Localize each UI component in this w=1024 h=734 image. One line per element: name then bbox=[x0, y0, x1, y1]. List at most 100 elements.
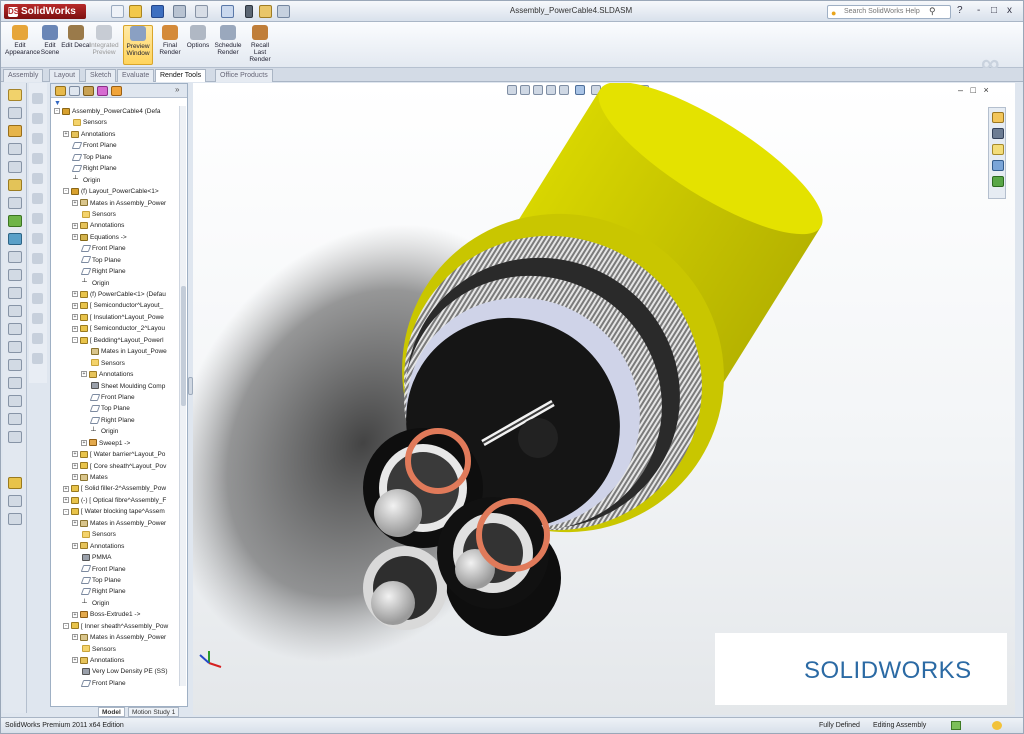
tree-expand-toggle[interactable]: + bbox=[72, 542, 78, 549]
lt-line-icon[interactable] bbox=[8, 287, 22, 299]
tree-item[interactable]: Front Plane bbox=[51, 564, 187, 575]
design-library-tab-icon[interactable] bbox=[992, 128, 1004, 139]
tree-item[interactable]: PMMA bbox=[51, 552, 187, 563]
tree-expand-toggle[interactable]: + bbox=[72, 520, 78, 527]
tree-item[interactable]: + Annotations bbox=[51, 655, 187, 666]
tree-item[interactable]: Right Plane bbox=[51, 163, 187, 174]
lt-part-icon[interactable] bbox=[8, 477, 22, 489]
tree-expand-toggle[interactable]: + bbox=[72, 302, 78, 309]
tree-expand-toggle[interactable]: + bbox=[72, 611, 78, 618]
search-go-icon[interactable]: ⚲ bbox=[929, 6, 936, 17]
tree-expand-toggle[interactable]: - bbox=[72, 337, 78, 344]
lt2-i-icon[interactable] bbox=[32, 253, 43, 264]
rebuild-status-icon[interactable] bbox=[951, 721, 961, 730]
lt-sketch-icon[interactable] bbox=[8, 269, 22, 281]
tab-assembly[interactable]: Assembly bbox=[3, 69, 44, 82]
preview-window-button[interactable]: Preview Window bbox=[123, 25, 153, 65]
property-manager-tab-icon[interactable] bbox=[69, 86, 80, 96]
tree-expand-toggle[interactable]: + bbox=[72, 234, 78, 241]
tree-expand-toggle[interactable]: + bbox=[63, 497, 69, 504]
tab-model[interactable]: Model bbox=[98, 707, 125, 717]
final-render-button[interactable]: Final Render bbox=[155, 25, 185, 56]
tree-expand-toggle[interactable]: - bbox=[63, 508, 69, 515]
print-icon[interactable] bbox=[173, 5, 186, 18]
tree-expand-toggle[interactable]: + bbox=[72, 474, 78, 481]
tree-expand-toggle[interactable]: - bbox=[63, 622, 69, 629]
options-small-icon[interactable] bbox=[277, 5, 290, 18]
tree-item[interactable]: - (f) Layout_PowerCable<1> bbox=[51, 186, 187, 197]
notification-icon[interactable] bbox=[992, 721, 1002, 730]
tree-item[interactable]: + [ Solid filler-2^Assembly_Pow bbox=[51, 483, 187, 494]
tree-item[interactable]: Top Plane bbox=[51, 575, 187, 586]
tree-expand-toggle[interactable]: + bbox=[72, 199, 78, 206]
tree-item[interactable]: Right Plane bbox=[51, 266, 187, 277]
tree-scrollbar[interactable] bbox=[179, 106, 186, 686]
tree-item[interactable]: + [ Semiconductor_2^Layou bbox=[51, 323, 187, 334]
lt2-l-icon[interactable] bbox=[32, 313, 43, 324]
appearances-tab-icon[interactable] bbox=[992, 176, 1004, 187]
view-palette-tab-icon[interactable] bbox=[992, 160, 1004, 171]
lt2-h-icon[interactable] bbox=[32, 233, 43, 244]
tree-expand-toggle[interactable]: + bbox=[63, 131, 69, 138]
lt-offset-icon[interactable] bbox=[8, 431, 22, 443]
lt2-j-icon[interactable] bbox=[32, 273, 43, 284]
tree-item[interactable]: + Boss-Extrude1 -> bbox=[51, 609, 187, 620]
tree-item[interactable]: Front Plane bbox=[51, 392, 187, 403]
edit-appearance-button[interactable]: Edit Appearance bbox=[5, 25, 40, 56]
lt-dimension-icon[interactable] bbox=[8, 377, 22, 389]
tree-item[interactable]: + [ Water barrier^Layout_Po bbox=[51, 449, 187, 460]
tree-item[interactable]: + Sweep1 -> bbox=[51, 438, 187, 449]
undo-icon[interactable] bbox=[195, 5, 208, 18]
lt2-k-icon[interactable] bbox=[32, 293, 43, 304]
app-logo[interactable]: DS SolidWorks bbox=[4, 4, 86, 19]
lt2-e-icon[interactable] bbox=[32, 173, 43, 184]
tree-item[interactable]: Very Low Density PE (SS) bbox=[51, 666, 187, 677]
tree-item[interactable]: - [ Inner sheath^Assembly_Pow bbox=[51, 621, 187, 632]
tree-expand-toggle[interactable]: + bbox=[72, 314, 78, 321]
integrated-preview-button[interactable]: Integrated Preview bbox=[89, 25, 119, 56]
tree-item[interactable]: Sensors bbox=[51, 117, 187, 128]
lt-interference-icon[interactable] bbox=[8, 233, 22, 245]
lt-pattern-icon[interactable] bbox=[8, 513, 22, 525]
tree-item[interactable]: + Annotations bbox=[51, 220, 187, 231]
lt-explode-icon[interactable] bbox=[8, 197, 22, 209]
tree-item[interactable]: + Annotations bbox=[51, 129, 187, 140]
tree-item[interactable]: ┴ Origin bbox=[51, 426, 187, 437]
resources-tab-icon[interactable] bbox=[992, 112, 1004, 123]
tab-evaluate[interactable]: Evaluate bbox=[117, 69, 155, 82]
tree-item[interactable]: Front Plane bbox=[51, 678, 187, 689]
tab-sketch[interactable]: Sketch bbox=[85, 69, 117, 82]
lt-assembly-icon[interactable] bbox=[8, 179, 22, 191]
tree-item[interactable]: ┴ Origin bbox=[51, 278, 187, 289]
lt2-a-icon[interactable] bbox=[32, 93, 43, 104]
tree-item[interactable]: + Mates in Assembly_Power bbox=[51, 632, 187, 643]
tree-item[interactable]: Sensors bbox=[51, 358, 187, 369]
tree-item[interactable]: + [ Core sheath^Layout_Pov bbox=[51, 461, 187, 472]
graphics-area[interactable]: – □ × bbox=[193, 83, 1015, 715]
tree-item[interactable]: - [ Bedding^Layout_Powerl bbox=[51, 335, 187, 346]
tree-expand-toggle[interactable]: + bbox=[72, 291, 78, 298]
lt-circle-icon[interactable] bbox=[8, 305, 22, 317]
lt2-b-icon[interactable] bbox=[32, 113, 43, 124]
lt-measure-icon[interactable] bbox=[8, 251, 22, 263]
lt-mate-icon[interactable] bbox=[8, 125, 22, 137]
options-button[interactable]: Options bbox=[183, 25, 213, 49]
tree-scroll-thumb[interactable] bbox=[181, 286, 186, 406]
tree-expand-toggle[interactable]: + bbox=[63, 485, 69, 492]
tree-item[interactable]: Sensors bbox=[51, 529, 187, 540]
lt2-c-icon[interactable] bbox=[32, 133, 43, 144]
lt-feature-icon[interactable] bbox=[8, 495, 22, 507]
lt-arc-icon[interactable] bbox=[8, 323, 22, 335]
tab-render-tools[interactable]: Render Tools bbox=[155, 69, 207, 82]
file-properties-icon[interactable] bbox=[259, 5, 272, 18]
new-document-icon[interactable] bbox=[111, 5, 124, 18]
tab-motion-study[interactable]: Motion Study 1 bbox=[128, 707, 180, 717]
tree-item[interactable]: - Assembly_PowerCable4 (Defa bbox=[51, 106, 187, 117]
tree-item[interactable]: - [ Water blocking tape^Assem bbox=[51, 506, 187, 517]
tree-item[interactable]: + Mates in Assembly_Power bbox=[51, 518, 187, 529]
lt-spline-icon[interactable] bbox=[8, 359, 22, 371]
tree-item[interactable]: + Mates in Assembly_Power bbox=[51, 198, 187, 209]
lt-trim-icon[interactable] bbox=[8, 413, 22, 425]
minimize-button[interactable]: - bbox=[977, 5, 980, 17]
help-button[interactable]: ? bbox=[957, 5, 963, 17]
